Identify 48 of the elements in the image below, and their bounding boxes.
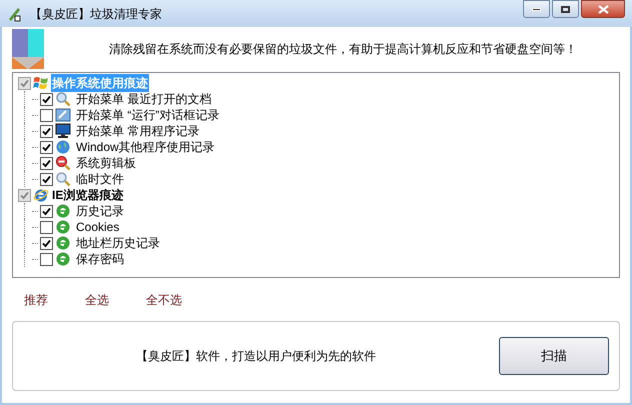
select-link[interactable]: 全不选 <box>146 291 182 309</box>
checkbox[interactable] <box>40 108 53 122</box>
browser-refresh-icon <box>55 203 71 219</box>
monitor-icon <box>55 123 71 139</box>
magnifier-icon <box>55 171 71 187</box>
pencil-icon <box>6 6 22 22</box>
magnifier-icon <box>55 91 71 107</box>
tree-group-label[interactable]: IE浏览器痕迹 <box>51 186 124 204</box>
tree-item-label[interactable]: 系统剪辑板 <box>76 154 136 172</box>
windows-logo-icon <box>33 75 49 91</box>
checkbox[interactable] <box>40 92 53 106</box>
globe-icon <box>55 139 71 155</box>
tree-item-label[interactable]: Cookies <box>76 218 120 236</box>
checkbox[interactable] <box>40 220 53 234</box>
tree-item-label[interactable]: 开始菜单 常用程序记录 <box>76 122 200 140</box>
checkbox[interactable] <box>40 236 53 250</box>
tree-item-label[interactable]: 开始菜单 最近打开的文档 <box>76 90 212 108</box>
checkbox[interactable] <box>40 252 53 266</box>
browser-e-icon <box>33 187 49 203</box>
close-icon <box>598 4 608 14</box>
checkbox[interactable] <box>40 140 53 154</box>
tree-item-label[interactable]: 开始菜单 “运行”对话框记录 <box>76 106 220 124</box>
checkbox[interactable] <box>40 204 53 218</box>
browser-refresh-icon <box>55 219 71 235</box>
browser-refresh-icon <box>55 235 71 251</box>
checkbox[interactable] <box>18 76 31 90</box>
scan-button[interactable]: 扫描 <box>499 337 609 375</box>
no-entry-magnifier-icon <box>55 155 71 171</box>
tree-item-label[interactable]: 临时文件 <box>76 170 124 188</box>
close-button[interactable] <box>581 0 625 18</box>
select-link[interactable]: 推荐 <box>24 291 48 309</box>
tree-item-label[interactable]: 地址栏历史记录 <box>76 234 160 252</box>
app-logo-icon <box>12 29 44 69</box>
checkbox[interactable] <box>40 172 53 186</box>
tree-item-label[interactable]: 历史记录 <box>76 202 124 220</box>
browser-refresh-icon <box>55 251 71 267</box>
run-dialog-icon <box>55 107 71 123</box>
checkbox[interactable] <box>40 156 53 170</box>
minimize-button[interactable] <box>523 0 550 18</box>
maximize-button[interactable] <box>552 0 579 18</box>
window-title: 【臭皮匠】垃圾清理专家 <box>30 6 162 22</box>
tree-item-label[interactable]: 保存密码 <box>76 250 124 268</box>
checkbox[interactable] <box>40 124 53 138</box>
tree-item-label[interactable]: Window其他程序使用记录 <box>76 138 215 156</box>
select-link[interactable]: 全选 <box>85 291 109 309</box>
header-message: 清除残留在系统而没有必要保留的垃圾文件，有助于提高计算机反应和节省硬盘空间等！ <box>109 41 577 58</box>
checkbox[interactable] <box>18 188 31 202</box>
slogan-text: 【臭皮匠】软件，打造以用户便利为先的软件 <box>136 348 376 365</box>
